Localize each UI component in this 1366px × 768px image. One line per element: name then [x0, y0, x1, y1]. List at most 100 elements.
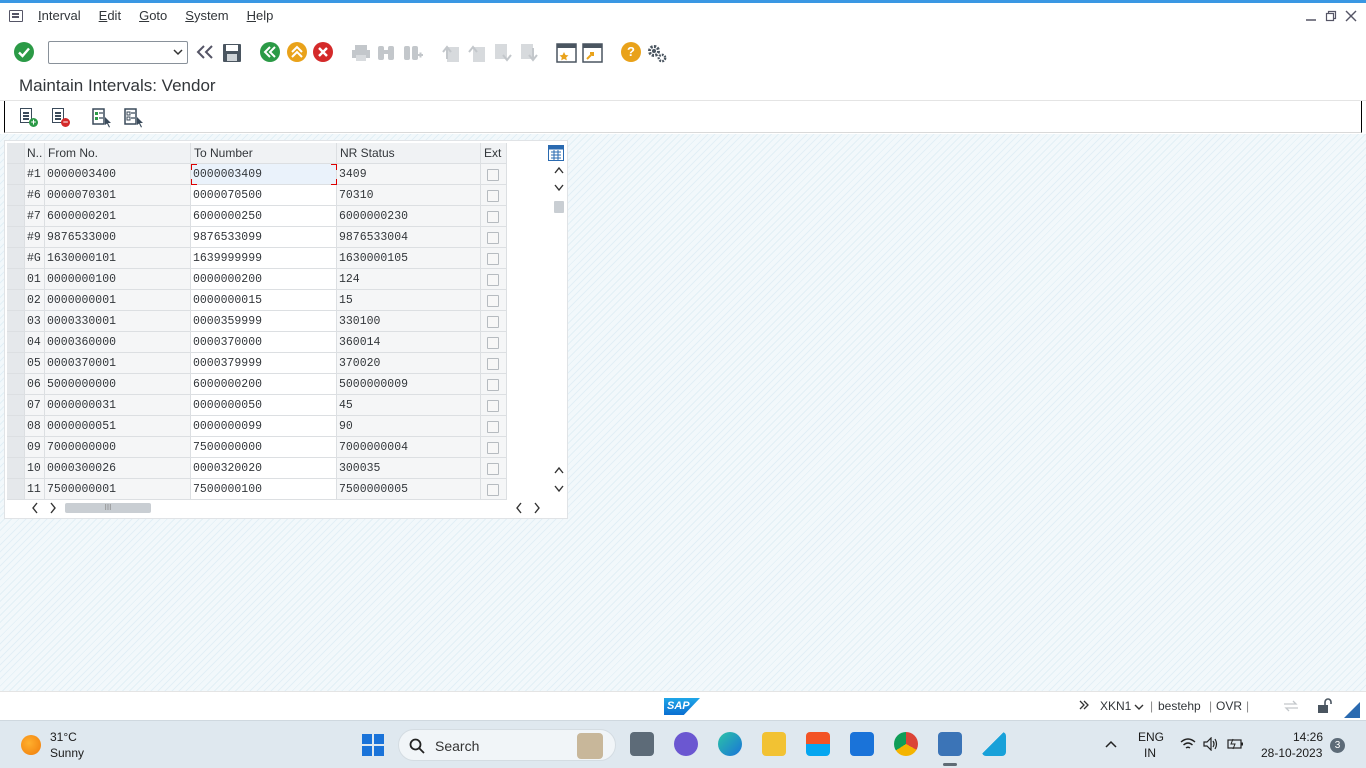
weather-condition[interactable]: Sunny [50, 746, 84, 760]
scroll-left-end-icon[interactable] [515, 502, 523, 517]
row-selector[interactable] [7, 311, 25, 332]
column-header-to[interactable]: To Number [191, 143, 337, 164]
status-mode[interactable]: OVR [1216, 699, 1242, 713]
vertical-scrollbar[interactable] [553, 163, 565, 499]
row-selector[interactable] [7, 479, 25, 500]
page-down-icon[interactable] [553, 484, 565, 496]
to-number-input[interactable]: 0000370000 [191, 332, 337, 353]
mail-icon[interactable] [850, 732, 874, 756]
status-dropdown-icon[interactable] [1134, 700, 1144, 715]
sap-gui-icon[interactable] [982, 732, 1006, 756]
input-language[interactable]: ENG [1138, 730, 1164, 744]
ext-checkbox[interactable] [487, 358, 499, 370]
ext-checkbox[interactable] [487, 442, 499, 454]
to-number-input[interactable]: 0000379999 [191, 353, 337, 374]
resize-grip-icon[interactable] [1344, 702, 1360, 718]
scroll-left-icon[interactable] [31, 502, 39, 517]
ext-checkbox[interactable] [487, 253, 499, 265]
close-window-icon[interactable] [1344, 9, 1358, 23]
menu-item-goto[interactable]: Goto [130, 3, 176, 29]
to-number-input[interactable]: 0000320020 [191, 458, 337, 479]
scroll-up-icon[interactable] [553, 165, 565, 177]
vertical-scroll-thumb[interactable] [554, 201, 564, 213]
volume-icon[interactable] [1203, 736, 1219, 754]
ext-checkbox[interactable] [487, 484, 499, 496]
to-number-input[interactable]: 1639999999 [191, 248, 337, 269]
windows-start-icon[interactable] [361, 733, 385, 760]
back-icon[interactable] [260, 42, 280, 62]
settings-gear-icon[interactable] [646, 42, 668, 64]
create-session-icon[interactable] [556, 42, 578, 64]
unlock-icon[interactable] [1316, 698, 1332, 717]
generate-shortcut-icon[interactable] [582, 42, 604, 64]
row-selector[interactable] [7, 332, 25, 353]
ext-checkbox[interactable] [487, 463, 499, 475]
chevron-down-icon[interactable] [173, 44, 183, 63]
chrome-browser-icon[interactable] [894, 732, 918, 756]
file-explorer-icon[interactable] [762, 732, 786, 756]
select-all-icon[interactable] [92, 108, 111, 128]
sun-weather-icon[interactable] [21, 735, 41, 755]
edge-browser-icon[interactable] [718, 732, 742, 756]
to-number-input[interactable]: 7500000000 [191, 437, 337, 458]
command-input[interactable] [49, 42, 167, 63]
to-number-input[interactable]: 6000000250 [191, 206, 337, 227]
column-header-from[interactable]: From No. [45, 143, 191, 164]
clock-date[interactable]: 28-10-2023 [1261, 746, 1322, 760]
cancel-icon[interactable] [313, 42, 333, 62]
to-number-input[interactable]: 0000000015 [191, 290, 337, 311]
ext-checkbox[interactable] [487, 295, 499, 307]
expand-status-icon[interactable] [1078, 699, 1090, 714]
row-selector[interactable] [7, 353, 25, 374]
save-icon[interactable] [222, 43, 242, 63]
microsoft-store-icon[interactable] [806, 732, 830, 756]
weather-temperature[interactable]: 31°C [50, 730, 77, 744]
to-number-input[interactable]: 0000003409 [191, 164, 337, 185]
restore-icon[interactable] [1324, 9, 1338, 23]
scroll-right-end-icon[interactable] [533, 502, 541, 517]
ext-checkbox[interactable] [487, 337, 499, 349]
row-selector[interactable] [7, 458, 25, 479]
row-selector[interactable] [7, 437, 25, 458]
horizontal-scroll-thumb[interactable]: III [65, 503, 151, 513]
menu-item-interval[interactable]: Interval [29, 3, 90, 29]
column-header-ext[interactable]: Ext [481, 143, 507, 164]
to-number-input[interactable]: 0000000099 [191, 416, 337, 437]
page-up-icon[interactable] [553, 465, 565, 477]
scroll-down-icon[interactable] [553, 183, 565, 195]
ext-checkbox[interactable] [487, 274, 499, 286]
horizontal-scrollbar[interactable]: III [29, 501, 549, 515]
sap-logon-icon[interactable] [938, 732, 962, 756]
menu-item-help[interactable]: Help [238, 3, 283, 29]
menu-item-system[interactable]: System [176, 3, 237, 29]
notification-badge[interactable]: 3 [1330, 738, 1345, 753]
to-number-input[interactable]: 0000000050 [191, 395, 337, 416]
row-selector[interactable] [7, 227, 25, 248]
help-icon[interactable]: ? [621, 42, 641, 62]
ext-checkbox[interactable] [487, 400, 499, 412]
scroll-right-icon[interactable] [49, 502, 57, 517]
row-selector[interactable] [7, 395, 25, 416]
teams-chat-icon[interactable] [674, 732, 698, 756]
battery-icon[interactable] [1227, 737, 1245, 754]
row-selector[interactable] [7, 248, 25, 269]
to-number-input[interactable]: 7500000100 [191, 479, 337, 500]
row-selector[interactable] [7, 374, 25, 395]
table-settings-icon[interactable] [548, 145, 564, 161]
taskbar-search[interactable]: Search [398, 729, 616, 761]
input-region[interactable]: IN [1144, 746, 1156, 760]
wifi-icon[interactable] [1180, 737, 1196, 754]
deselect-all-icon[interactable] [124, 108, 143, 128]
delete-interval-icon[interactable]: − [51, 108, 70, 127]
double-chevron-left-icon[interactable] [196, 44, 214, 60]
insert-interval-icon[interactable]: + [19, 108, 38, 127]
row-selector[interactable] [7, 416, 25, 437]
to-number-input[interactable]: 9876533099 [191, 227, 337, 248]
minimize-icon[interactable] [1304, 9, 1318, 23]
to-number-input[interactable]: 0000070500 [191, 185, 337, 206]
ext-checkbox[interactable] [487, 169, 499, 181]
clock-time[interactable]: 14:26 [1293, 730, 1323, 744]
row-selector[interactable] [7, 206, 25, 227]
row-selector[interactable] [7, 269, 25, 290]
menu-item-edit[interactable]: Edit [90, 3, 130, 29]
